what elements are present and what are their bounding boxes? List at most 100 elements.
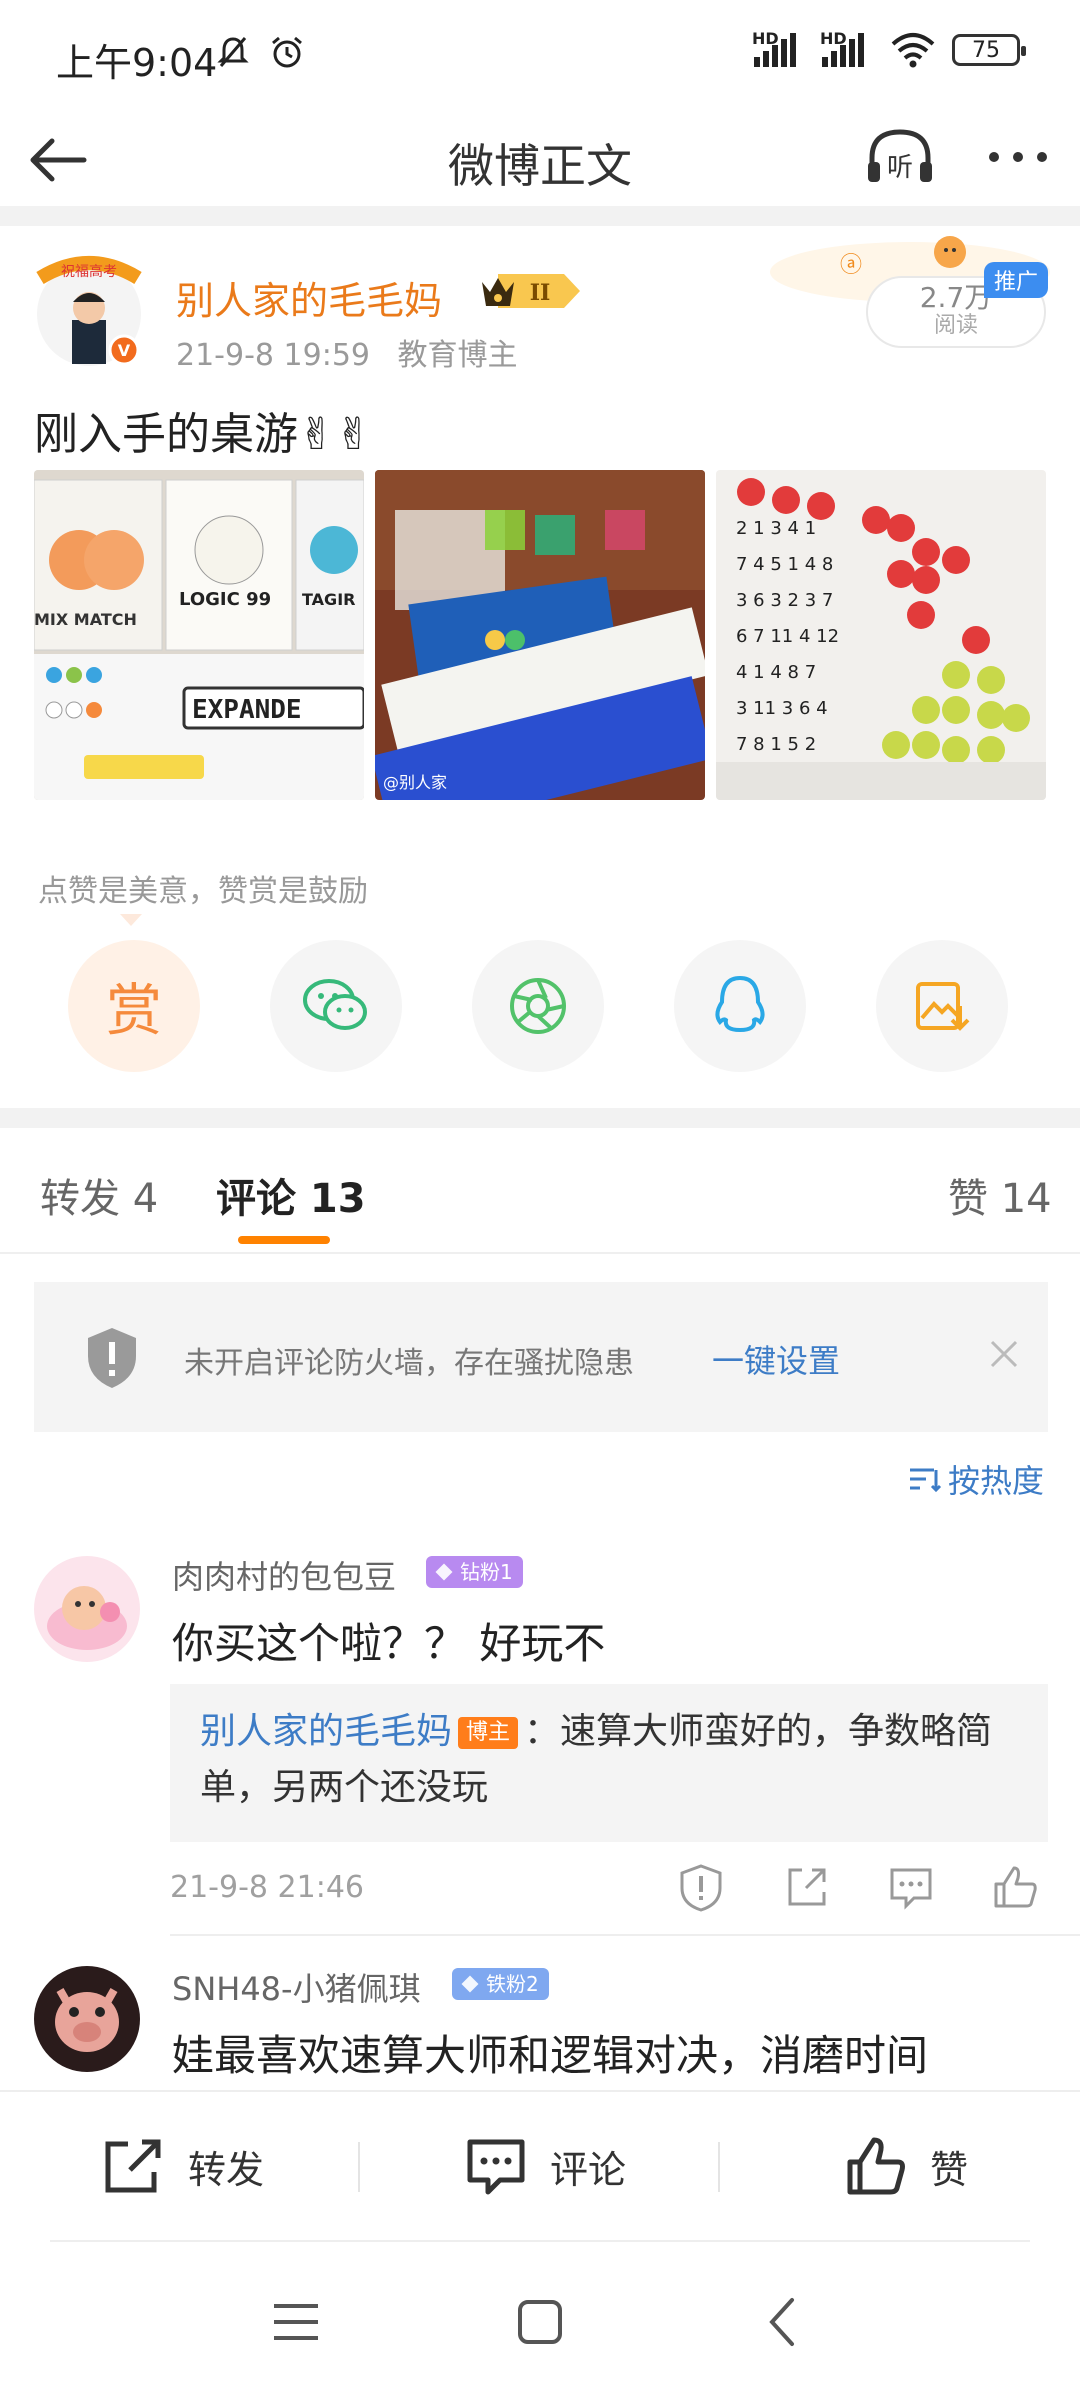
author-name[interactable]: 别人家的毛毛妈 bbox=[176, 270, 442, 325]
comment-divider bbox=[170, 1934, 1080, 1936]
photo-1-image: MIX MATCH LOGIC 99 TAGIR EXPANDE bbox=[34, 470, 364, 800]
like-label: 赞 bbox=[930, 2147, 969, 2192]
post-tabs: 转发 4 评论 13 赞 14 bbox=[0, 1132, 1080, 1252]
vip-crown-badge[interactable]: II bbox=[478, 270, 584, 312]
repost-label: 转发 bbox=[188, 2147, 265, 2192]
vip-level: II bbox=[530, 280, 551, 306]
read-label: 阅读 bbox=[933, 313, 978, 338]
action-separator bbox=[718, 2142, 720, 2192]
post-time: 21-9-8 19:59 bbox=[176, 338, 370, 373]
reward-caret-icon bbox=[120, 914, 142, 926]
svg-text:6 7 11 4 12: 6 7 11 4 12 bbox=[736, 626, 839, 647]
bottom-action-bar: 转发 评论 赞 bbox=[0, 2090, 1080, 2240]
sort-icon bbox=[910, 1468, 942, 1493]
wifi-icon bbox=[891, 33, 935, 68]
svg-text:7 4 5 1 4 8: 7 4 5 1 4 8 bbox=[736, 554, 833, 575]
comment-avatar[interactable] bbox=[34, 1556, 140, 1662]
system-nav-bar bbox=[0, 2242, 1080, 2400]
repost-icon bbox=[105, 2139, 161, 2193]
svg-text:4 1 4 8 7: 4 1 4 8 7 bbox=[736, 662, 816, 683]
svg-text:TAGIR: TAGIR bbox=[302, 590, 355, 609]
comment-author[interactable]: SNH48-小猪佩琪 bbox=[172, 1964, 421, 2010]
svg-text:3 6 3 2 3 7: 3 6 3 2 3 7 bbox=[736, 590, 833, 611]
comment-text: 娃最喜欢速算大师和逻辑对决，消磨时间 bbox=[172, 2031, 929, 2080]
photo-3-image: 2 1 3 4 1 7 4 5 1 4 8 3 6 3 2 3 7 6 7 11 4… bbox=[716, 470, 1046, 800]
reply-comment-icon[interactable] bbox=[886, 1862, 936, 1912]
status-time: 上午9:04 bbox=[56, 41, 218, 85]
signal2-hd-label: HD bbox=[820, 29, 847, 48]
svg-text:听: 听 bbox=[887, 153, 913, 183]
tab-comment[interactable]: 评论 13 bbox=[216, 1166, 366, 1224]
bell-off-icon bbox=[217, 37, 249, 67]
signal-icon: HD bbox=[752, 29, 806, 67]
author-reply[interactable]: 别人家的毛毛妈 博主 ：速算大师蛮好的，争数略简单，另两个还没玩 bbox=[170, 1684, 1048, 1842]
svg-text:LOGIC 99: LOGIC 99 bbox=[179, 589, 271, 610]
repost-button[interactable]: 转发 bbox=[102, 2136, 264, 2196]
section-divider bbox=[0, 206, 1080, 226]
more-options-icon[interactable] bbox=[980, 124, 1056, 190]
post-photo-3[interactable]: 2 1 3 4 1 7 4 5 1 4 8 3 6 3 2 3 7 6 7 11 4… bbox=[716, 470, 1046, 800]
home-icon[interactable] bbox=[510, 2292, 570, 2352]
status-right: HD HD 75 bbox=[752, 29, 1026, 68]
post-photo-1[interactable]: MIX MATCH LOGIC 99 TAGIR EXPANDE bbox=[34, 470, 364, 800]
save-image-icon bbox=[916, 982, 970, 1031]
tab-repost[interactable]: 转发 4 bbox=[40, 1166, 158, 1224]
tabs-divider bbox=[0, 1252, 1080, 1254]
signal-hd-label: HD bbox=[752, 29, 779, 48]
svg-text:EXPANDE: EXPANDE bbox=[192, 695, 302, 725]
alarm-icon bbox=[271, 36, 302, 68]
svg-text:3 11 3 6 4: 3 11 3 6 4 bbox=[736, 698, 828, 719]
post-text: 刚入手的桌游✌✌ bbox=[34, 409, 372, 460]
svg-text:@别人家: @别人家 bbox=[383, 773, 447, 792]
report-icon[interactable] bbox=[676, 1862, 726, 1912]
close-icon[interactable] bbox=[984, 1334, 1024, 1374]
comment-label: 评论 bbox=[550, 2147, 627, 2192]
active-tab-indicator bbox=[238, 1236, 330, 1244]
shield-icon bbox=[88, 1328, 136, 1388]
blogger-tag: 博主 bbox=[458, 1717, 519, 1749]
tab-like[interactable]: 赞 14 bbox=[948, 1166, 1052, 1224]
comment-avatar[interactable] bbox=[34, 1966, 140, 2072]
notice-setup-link[interactable]: 一键设置 bbox=[712, 1336, 840, 1382]
reply-author[interactable]: 别人家的毛毛妈 bbox=[200, 1711, 452, 1752]
listen-headphones-icon[interactable]: 听 bbox=[862, 124, 938, 190]
share-moments-button[interactable] bbox=[472, 940, 604, 1072]
comment-text: 你买这个啦？？ 好玩不 bbox=[172, 1619, 606, 1668]
title-bar: 微博正文 听 bbox=[0, 110, 1080, 206]
comment-time: 21-9-8 21:46 bbox=[170, 1870, 364, 1905]
sort-label: 按热度 bbox=[948, 1462, 1045, 1500]
save-image-button[interactable] bbox=[876, 940, 1008, 1072]
repost-comment-icon[interactable] bbox=[782, 1862, 832, 1912]
photo-2-image: @别人家 bbox=[375, 470, 705, 800]
reward-label: 赏 bbox=[106, 978, 162, 1044]
notice-text: 未开启评论防火墙，存在骚扰隐患 bbox=[184, 1346, 634, 1381]
firewall-notice: 未开启评论防火墙，存在骚扰隐患 一键设置 bbox=[34, 1282, 1048, 1432]
share-wechat-button[interactable] bbox=[270, 940, 402, 1072]
post-meta: 21-9-8 19:59 教育博主 bbox=[176, 330, 536, 374]
svg-text:2 1 3 4 1: 2 1 3 4 1 bbox=[736, 518, 816, 539]
avatar-pig-character bbox=[34, 1966, 140, 2072]
comment-author[interactable]: 肉肉村的包包豆 bbox=[172, 1552, 396, 1598]
back-icon[interactable] bbox=[754, 2292, 814, 2352]
fan-badge: 钻粉1 bbox=[426, 1556, 523, 1588]
share-qq-button[interactable] bbox=[674, 940, 806, 1072]
author-avatar[interactable]: 祝福高考 V bbox=[34, 250, 144, 370]
sort-by-hot[interactable]: 按热度 bbox=[908, 1456, 1044, 1502]
thumbs-up-icon bbox=[847, 2137, 905, 2195]
like-comment-icon[interactable] bbox=[990, 1862, 1040, 1912]
fan-badge: 铁粉2 bbox=[452, 1968, 549, 2000]
qq-penguin-icon bbox=[715, 975, 765, 1033]
promo-tag: 推广 bbox=[984, 262, 1049, 298]
comment-icon bbox=[467, 2139, 525, 2195]
author-tag: 教育博主 bbox=[397, 338, 518, 373]
status-bar: 上午9:04 HD HD 75 bbox=[0, 0, 1080, 110]
menu-icon[interactable] bbox=[266, 2292, 326, 2352]
moments-aperture-icon bbox=[510, 978, 566, 1034]
avatar-banner-text: 祝福高考 bbox=[61, 263, 117, 280]
post-photo-2[interactable]: @别人家 bbox=[375, 470, 705, 800]
like-button[interactable]: 赞 bbox=[844, 2136, 968, 2196]
reward-tip: 点赞是美意，赞赏是鼓励 bbox=[38, 874, 368, 909]
comment-button[interactable]: 评论 bbox=[464, 2136, 626, 2196]
action-separator bbox=[358, 2142, 360, 2192]
reward-button[interactable]: 赏 bbox=[68, 940, 200, 1072]
